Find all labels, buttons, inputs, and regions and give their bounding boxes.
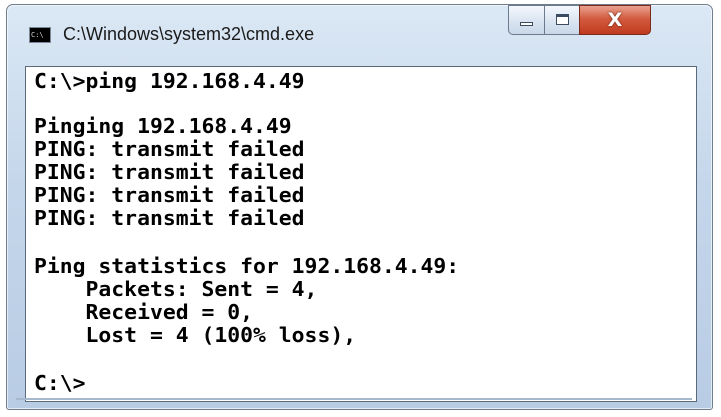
maximize-icon [556, 14, 569, 25]
cmd-window: C:\ C:\Windows\system32\cmd.exe X C:\>pi… [6, 4, 713, 410]
cmd-app-icon[interactable]: C:\ [29, 27, 51, 43]
console-line: Ping statistics for 192.168.4.49: [34, 254, 460, 278]
console-line: PING: transmit failed [34, 137, 305, 161]
console-line: C:\>ping 192.168.4.49 [34, 69, 305, 93]
title-bar[interactable]: C:\ C:\Windows\system32\cmd.exe X [7, 5, 712, 57]
console-line: Received = 0, [34, 300, 254, 324]
window-title: C:\Windows\system32\cmd.exe [63, 24, 315, 44]
close-button[interactable]: X [579, 5, 651, 35]
close-icon: X [607, 9, 623, 31]
console-prompt: C:\> [34, 371, 86, 395]
console-output[interactable]: C:\>ping 192.168.4.49 Pinging 192.168.4.… [25, 66, 697, 402]
console-line: Packets: Sent = 4, [34, 277, 318, 301]
console-line: PING: transmit failed [34, 206, 305, 230]
minimize-button[interactable] [508, 5, 545, 35]
window-bottom-frame [16, 398, 692, 400]
console-line: PING: transmit failed [34, 160, 305, 184]
minimize-icon [520, 22, 533, 26]
maximize-button[interactable] [544, 5, 580, 35]
console-line: PING: transmit failed [34, 183, 305, 207]
console-line: Pinging 192.168.4.49 [34, 114, 292, 138]
console-line: Lost = 4 (100% loss), [34, 323, 357, 347]
